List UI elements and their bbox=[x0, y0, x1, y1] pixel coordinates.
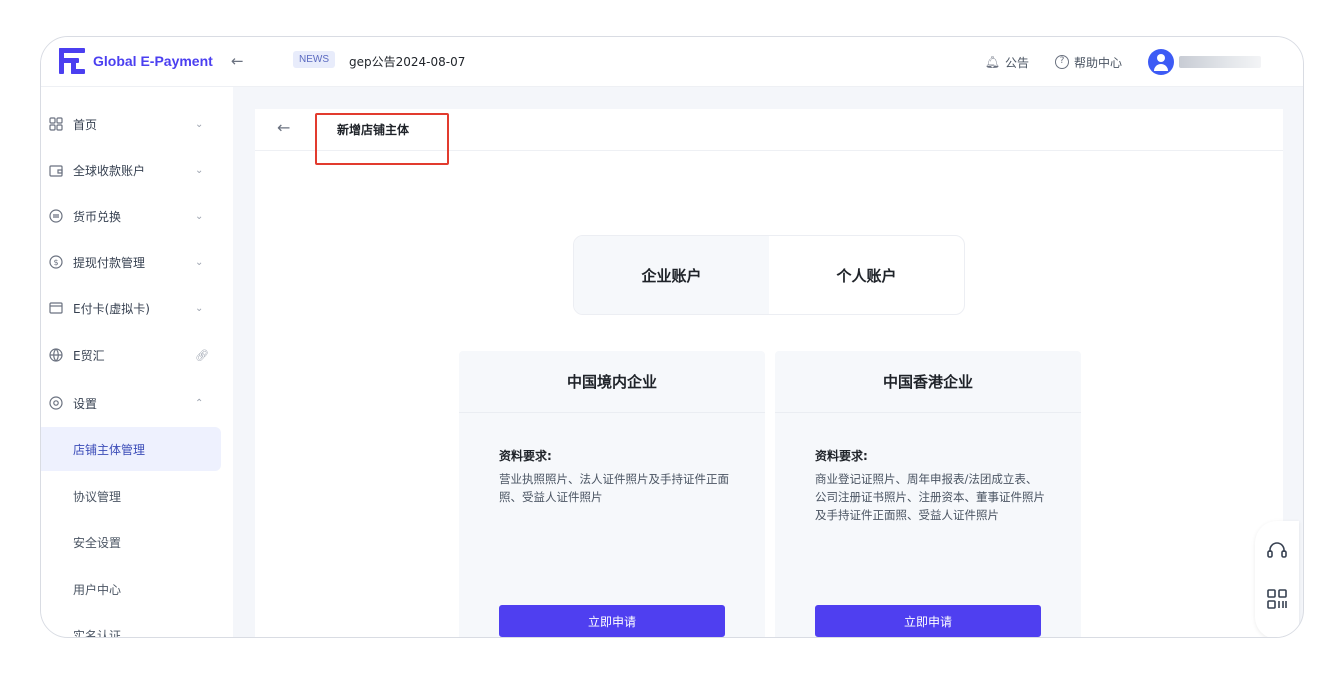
card-icon bbox=[49, 301, 63, 315]
globe-icon bbox=[49, 348, 63, 362]
svg-text:$: $ bbox=[53, 258, 58, 267]
chevron-up-icon: ⌃ bbox=[195, 397, 204, 409]
sidebar-item-settings[interactable]: 设置 ⌃ bbox=[41, 383, 233, 423]
card-hongkong-enterprise: 中国香港企业 资料要求: 商业登记证照片、周年申报表/法团成立表、公司注册证书照… bbox=[775, 351, 1081, 637]
sidebar-item-withdrawal[interactable]: $ 提现付款管理 ⌄ bbox=[41, 242, 233, 282]
sidebar-subitem-agreements[interactable]: 协议管理 bbox=[41, 474, 221, 518]
help-label: 帮助中心 bbox=[1073, 55, 1122, 70]
exchange-icon bbox=[49, 209, 63, 223]
sidebar-item-home[interactable]: 首页 ⌄ bbox=[41, 104, 233, 144]
collapse-sidebar-icon[interactable]: ← bbox=[231, 52, 244, 70]
sidebar-item-label: 首页 bbox=[73, 117, 98, 132]
tab-enterprise-account[interactable]: 企业账户 bbox=[574, 236, 769, 314]
link-icon: 🔗︎ bbox=[195, 348, 209, 362]
sidebar-item-e-trade[interactable]: E贸汇 🔗︎ bbox=[41, 335, 233, 375]
sidebar-subitem-user-center[interactable]: 用户中心 bbox=[41, 567, 221, 611]
sidebar-item-label: 设置 bbox=[73, 396, 98, 411]
username-blurred bbox=[1179, 56, 1261, 68]
logo[interactable]: Global E-Payment bbox=[59, 48, 213, 74]
card-title: 中国香港企业 bbox=[775, 351, 1081, 413]
sidebar-item-label: 货币兑换 bbox=[73, 209, 122, 224]
qr-code-icon[interactable] bbox=[1265, 587, 1289, 611]
apply-now-button[interactable]: 立即申请 bbox=[815, 605, 1041, 637]
announcement-label: 公告 bbox=[1004, 55, 1029, 70]
settings-icon bbox=[49, 396, 63, 410]
chevron-down-icon: ⌄ bbox=[195, 210, 204, 222]
dollar-icon: $ bbox=[49, 255, 63, 269]
chevron-down-icon: ⌄ bbox=[195, 164, 204, 176]
announcement-button[interactable]: 🔔︎ 公告 bbox=[985, 54, 1029, 71]
highlight-box bbox=[315, 113, 449, 165]
requirements-label: 资料要求: bbox=[815, 449, 868, 463]
bell-icon: 🔔︎ bbox=[984, 55, 1000, 69]
requirements-text: 营业执照照片、法人证件照片及手持证件正面照、受益人证件照片 bbox=[499, 472, 729, 504]
sidebar-subitem-store-entity[interactable]: 店铺主体管理 bbox=[41, 427, 221, 471]
sidebar-item-virtual-card[interactable]: E付卡(虚拟卡) ⌄ bbox=[41, 288, 233, 328]
logo-mark-icon bbox=[59, 48, 87, 74]
chevron-down-icon: ⌄ bbox=[195, 256, 204, 268]
apply-now-button[interactable]: 立即申请 bbox=[499, 605, 725, 637]
card-title: 中国境内企业 bbox=[459, 351, 765, 413]
logo-text: Global E-Payment bbox=[93, 53, 213, 69]
chevron-down-icon: ⌄ bbox=[195, 302, 204, 314]
sidebar-item-global-account[interactable]: 全球收款账户 ⌄ bbox=[41, 150, 233, 190]
top-right-tools: 🔔︎ 公告 ? 帮助中心 bbox=[985, 37, 1261, 87]
sidebar-subitem-security[interactable]: 安全设置 bbox=[41, 520, 221, 564]
sidebar-subitem-verification[interactable]: 实名认证 bbox=[41, 613, 221, 638]
back-arrow-icon[interactable]: ← bbox=[277, 118, 290, 137]
sidebar-item-label: 提现付款管理 bbox=[73, 255, 146, 270]
card-mainland-enterprise: 中国境内企业 资料要求: 营业执照照片、法人证件照片及手持证件正面照、受益人证件… bbox=[459, 351, 765, 637]
help-center-button[interactable]: ? 帮助中心 bbox=[1054, 54, 1122, 71]
chevron-down-icon: ⌄ bbox=[195, 118, 204, 130]
help-icon: ? bbox=[1054, 55, 1069, 69]
user-menu[interactable] bbox=[1148, 49, 1261, 75]
requirements-label: 资料要求: bbox=[499, 449, 552, 463]
news-text[interactable]: gep公告2024-08-07 bbox=[349, 53, 465, 70]
headset-support-icon[interactable] bbox=[1265, 539, 1289, 563]
sidebar-item-label: E付卡(虚拟卡) bbox=[73, 301, 150, 316]
sidebar-item-label: E贸汇 bbox=[73, 348, 105, 363]
app-window: Global E-Payment ← NEWS gep公告2024-08-07 … bbox=[40, 36, 1304, 638]
avatar bbox=[1148, 49, 1174, 75]
grid-icon bbox=[49, 117, 63, 131]
sidebar-item-label: 全球收款账户 bbox=[73, 163, 146, 178]
requirements-text: 商业登记证照片、周年申报表/法团成立表、公司注册证书照片、注册资本、董事证件照片… bbox=[815, 472, 1045, 522]
sidebar: 首页 ⌄ 全球收款账户 ⌄ 货币兑换 ⌄ $ 提现付款管理 ⌄ E付卡(虚拟卡)… bbox=[41, 87, 233, 638]
sidebar-item-exchange[interactable]: 货币兑换 ⌄ bbox=[41, 196, 233, 236]
account-type-tabs: 企业账户 个人账户 bbox=[573, 235, 965, 315]
top-bar: Global E-Payment ← NEWS gep公告2024-08-07 … bbox=[41, 37, 1303, 87]
floating-toolbar bbox=[1255, 521, 1299, 637]
main-content: ← 新增店铺主体 企业账户 个人账户 中国境内企业 资料要求: 营业执照照片、法… bbox=[255, 109, 1283, 637]
wallet-icon bbox=[49, 163, 63, 177]
tab-personal-account[interactable]: 个人账户 bbox=[769, 236, 964, 314]
news-badge: NEWS bbox=[293, 51, 335, 68]
